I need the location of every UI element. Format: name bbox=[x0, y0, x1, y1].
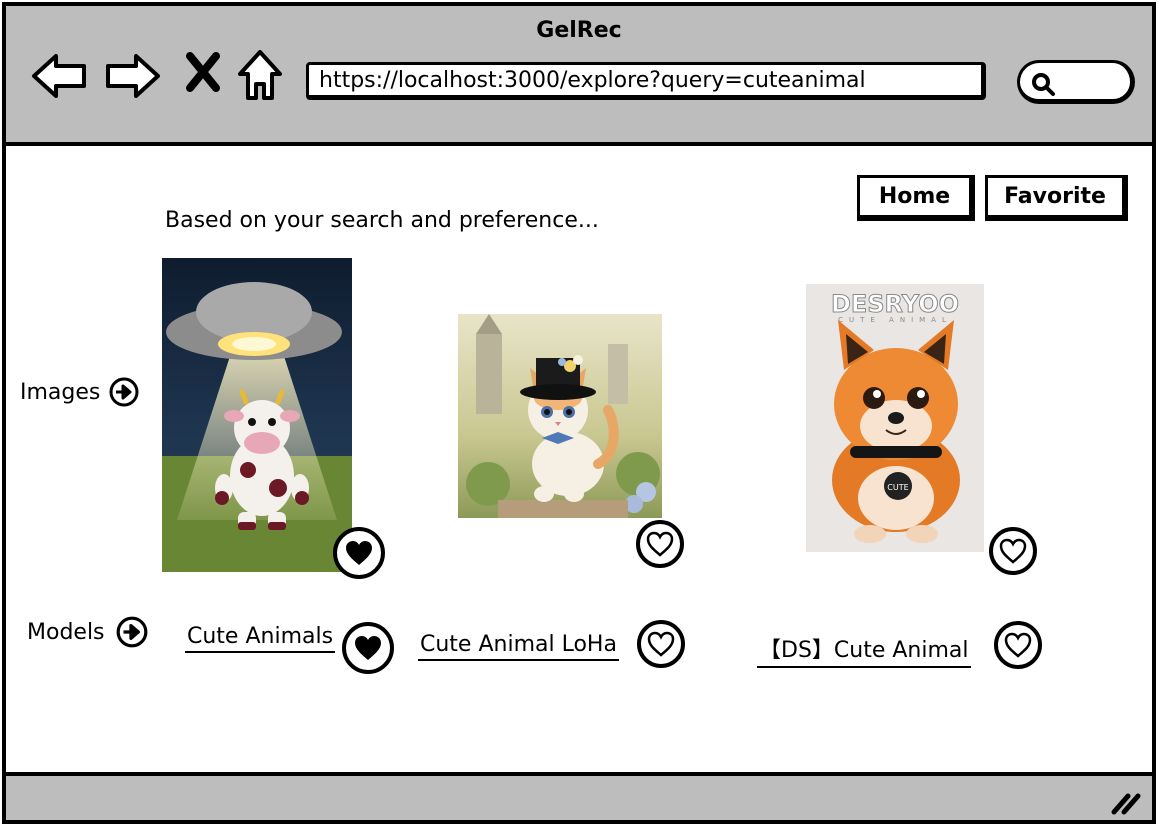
heart-outline-icon bbox=[646, 531, 674, 557]
image-card-2[interactable] bbox=[458, 314, 662, 518]
models-label-text: Models bbox=[27, 619, 105, 645]
images-label-text: Images bbox=[20, 379, 101, 405]
image-2-favorite-button[interactable] bbox=[636, 520, 684, 568]
page-subtitle: Based on your search and preference... bbox=[165, 208, 599, 233]
heart-outline-icon bbox=[1004, 632, 1032, 658]
heart-filled-icon bbox=[346, 541, 372, 565]
model-link-1[interactable]: Cute Animals bbox=[185, 624, 336, 653]
search-icon bbox=[1032, 73, 1055, 96]
poster-subtext: CUTE ANIMAL bbox=[838, 316, 952, 324]
image-1-favorite-button[interactable] bbox=[333, 527, 385, 579]
arrow-right-circle-icon[interactable] bbox=[108, 376, 140, 408]
favorite-button[interactable]: Favorite bbox=[985, 175, 1128, 221]
forward-arrow-icon[interactable] bbox=[104, 52, 162, 100]
images-row-label[interactable]: Images bbox=[20, 376, 140, 408]
model-link-3[interactable]: 【DS】Cute Animal bbox=[757, 632, 971, 668]
home-button[interactable]: Home bbox=[857, 175, 975, 221]
image-3-favorite-button[interactable] bbox=[989, 527, 1037, 575]
heart-outline-icon bbox=[647, 631, 675, 657]
heart-outline-icon bbox=[999, 538, 1027, 564]
window-title: GelRec bbox=[536, 18, 622, 43]
model-link-2[interactable]: Cute Animal LoHa bbox=[418, 632, 619, 661]
model-3-favorite-button[interactable] bbox=[994, 621, 1042, 669]
home-icon[interactable] bbox=[236, 48, 284, 102]
resize-grip-icon[interactable] bbox=[1110, 788, 1142, 816]
image-card-1[interactable] bbox=[162, 258, 352, 572]
close-x-icon[interactable] bbox=[184, 52, 222, 92]
url-input[interactable]: https://localhost:3000/explore?query=cut… bbox=[306, 62, 986, 100]
search-input[interactable] bbox=[1017, 60, 1135, 104]
model-2-favorite-button[interactable] bbox=[637, 620, 685, 668]
models-row-label[interactable]: Models bbox=[27, 615, 149, 649]
arrow-right-circle-icon[interactable] bbox=[115, 615, 149, 649]
status-bar bbox=[2, 772, 1156, 824]
poster-brand-text: DESRYOO bbox=[831, 290, 959, 318]
back-arrow-icon[interactable] bbox=[30, 52, 88, 100]
collar-tag-text: CUTE bbox=[887, 483, 908, 492]
image-card-3[interactable]: DESRYOO CUTE ANIMAL CUTE bbox=[806, 284, 984, 552]
model-1-favorite-button[interactable] bbox=[342, 622, 394, 674]
heart-filled-icon bbox=[355, 636, 381, 660]
